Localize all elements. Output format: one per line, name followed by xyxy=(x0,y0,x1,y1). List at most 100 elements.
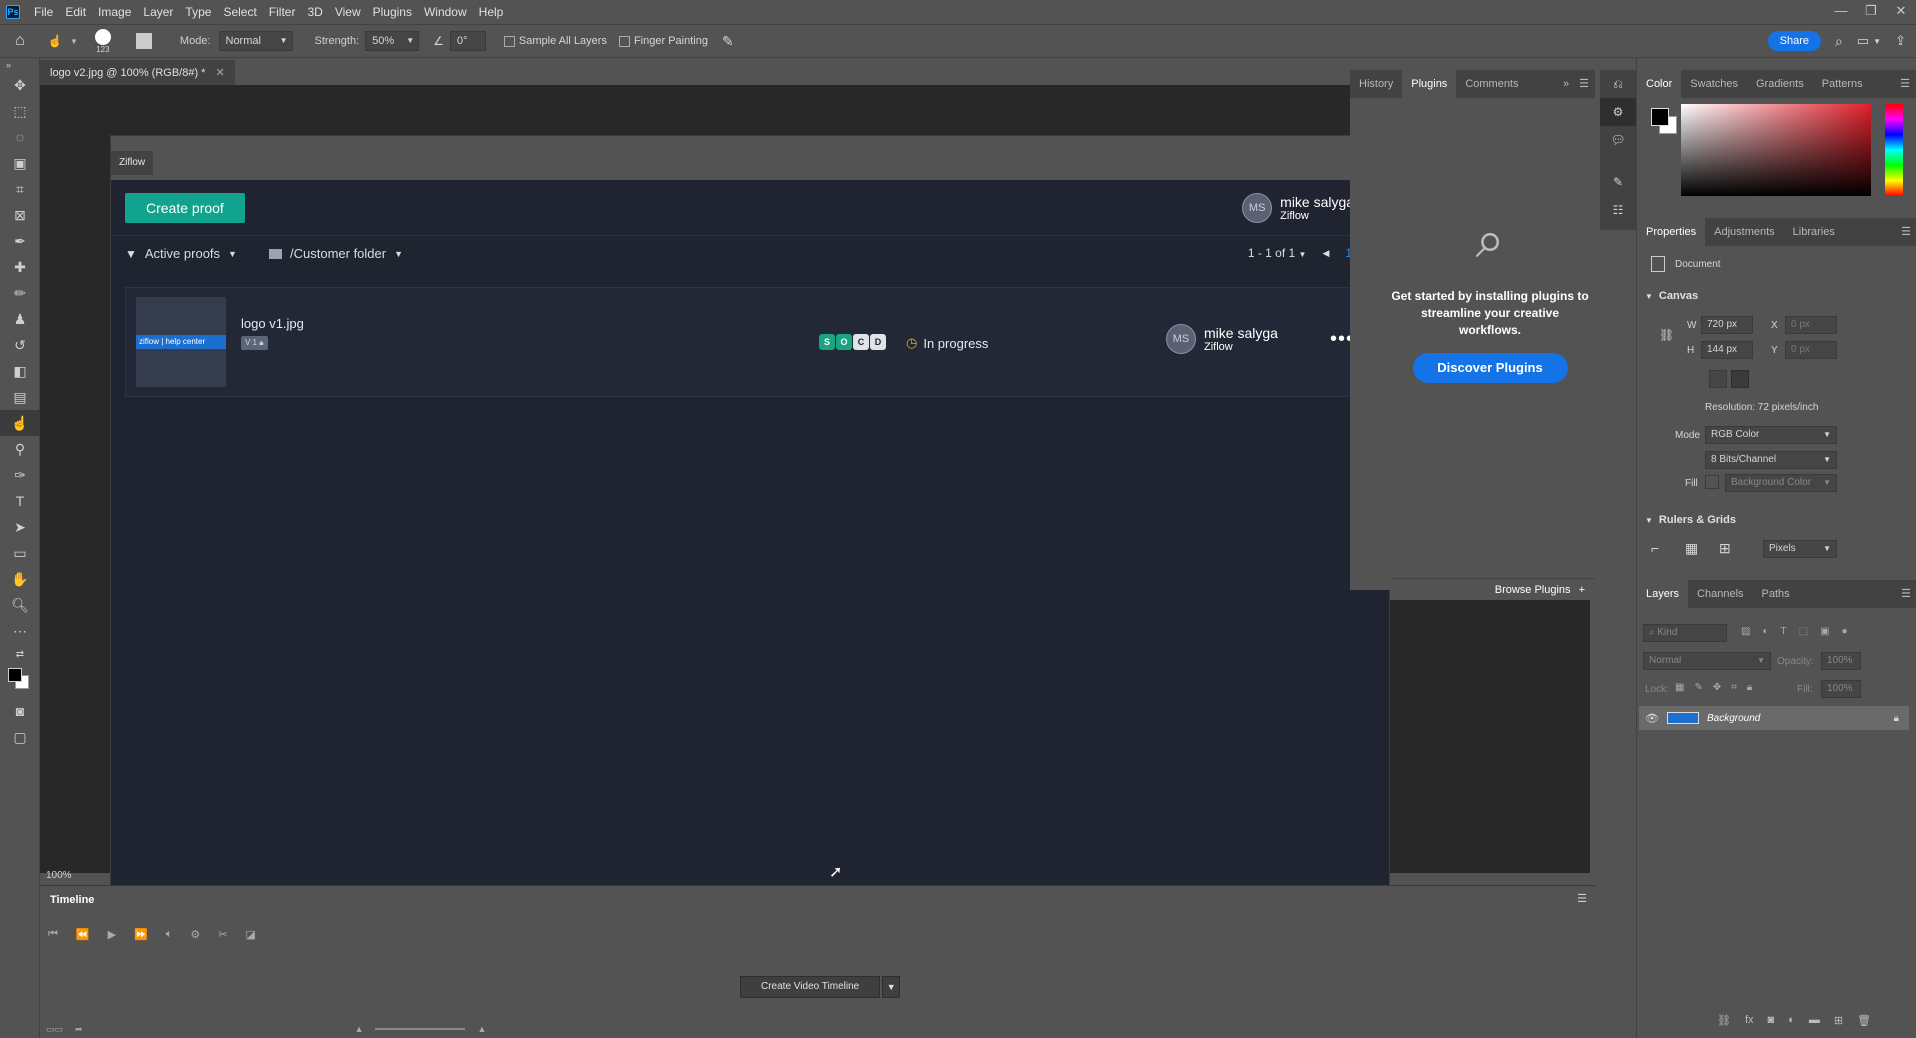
adjustments-icon[interactable]: ☷ xyxy=(1600,196,1636,224)
tab-history[interactable]: History xyxy=(1350,70,1402,98)
hue-slider[interactable] xyxy=(1885,104,1903,196)
previous-page-icon[interactable]: ◀ xyxy=(1322,248,1329,259)
foreground-background-color-icon[interactable] xyxy=(0,664,40,698)
menu-help[interactable]: Help xyxy=(473,0,510,24)
layer-row[interactable]: 👁︎ Background 🔒︎ xyxy=(1639,706,1909,730)
tab-adjustments[interactable]: Adjustments xyxy=(1705,218,1784,246)
ziflow-tab[interactable]: Ziflow xyxy=(111,151,154,175)
tab-layers[interactable]: Layers xyxy=(1637,580,1689,608)
tab-paths[interactable]: Paths xyxy=(1753,580,1799,608)
move-tool-icon[interactable]: ✥ xyxy=(0,72,40,98)
rulers-grids-section-title[interactable]: ▼ Rulers & Grids xyxy=(1645,514,1736,526)
discover-plugins-button[interactable]: Discover Plugins xyxy=(1412,353,1568,383)
foreground-color-swatch[interactable] xyxy=(1651,108,1669,126)
lock-artboard-icon[interactable]: ⌗ xyxy=(1731,682,1737,693)
lock-transparent-icon[interactable]: ▦ xyxy=(1675,682,1684,693)
menu-file[interactable]: File xyxy=(28,0,59,24)
lock-pixels-icon[interactable]: ✎ xyxy=(1694,682,1702,693)
fill-swatch[interactable] xyxy=(1705,475,1719,489)
export-icon[interactable]: ⇪ xyxy=(1895,33,1906,49)
next-frame-icon[interactable]: ⏩ xyxy=(134,928,148,941)
rectangle-tool-icon[interactable]: ▭ xyxy=(0,540,40,566)
layer-kind-filter[interactable]: ⌕ Kind xyxy=(1643,624,1727,642)
document-tab[interactable]: logo v2.jpg @ 100% (RGB/8#) * ✕ xyxy=(40,60,235,85)
brush-tool-icon[interactable]: ✏ xyxy=(0,280,40,306)
tab-color[interactable]: Color xyxy=(1637,70,1682,98)
zoom-out-icon[interactable]: ▲ xyxy=(355,1024,364,1034)
smudge-tool-preset-icon[interactable]: ☝ xyxy=(40,34,70,48)
healing-brush-tool-icon[interactable]: ✚ xyxy=(0,254,40,280)
timeline-tab[interactable]: Timeline xyxy=(50,894,94,906)
menu-3d[interactable]: 3D xyxy=(301,0,328,24)
tab-patterns[interactable]: Patterns xyxy=(1813,70,1872,98)
new-layer-icon[interactable]: ⊞ xyxy=(1834,1014,1843,1027)
adjustment-layer-filter-icon[interactable]: ◐ xyxy=(1762,626,1768,637)
width-field[interactable]: 720 px xyxy=(1701,316,1753,334)
panel-menu-icon[interactable]: ☰ xyxy=(1895,218,1916,246)
zoom-level[interactable]: 100% xyxy=(46,870,72,881)
split-icon[interactable]: ✂ xyxy=(218,928,227,941)
quick-mask-icon[interactable]: ◙ xyxy=(0,698,40,724)
plugins-icon[interactable]: ⚙ xyxy=(1600,98,1636,126)
proof-name[interactable]: logo v1.jpg xyxy=(241,316,304,331)
menu-view[interactable]: View xyxy=(329,0,367,24)
settings-icon[interactable]: ⚙ xyxy=(190,928,200,941)
share-button[interactable]: Share xyxy=(1767,31,1822,51)
lasso-tool-icon[interactable]: ◌ xyxy=(0,124,40,150)
menu-plugins[interactable]: Plugins xyxy=(367,0,418,24)
menu-layer[interactable]: Layer xyxy=(137,0,179,24)
search-icon[interactable]: ⌕ xyxy=(1835,33,1843,50)
close-icon[interactable]: ✕ xyxy=(1886,0,1916,24)
tab-swatches[interactable]: Swatches xyxy=(1681,70,1747,98)
panel-menu-icon[interactable]: ☰ xyxy=(1573,70,1595,98)
panel-menu-icon[interactable]: ☰ xyxy=(1577,892,1587,905)
timeline-mode-dropdown[interactable]: ▼ xyxy=(882,976,901,998)
menu-edit[interactable]: Edit xyxy=(59,0,92,24)
comments-icon[interactable]: 💬︎ xyxy=(1600,126,1636,154)
pen-tool-icon[interactable]: ✑ xyxy=(0,462,40,488)
chevron-down-icon[interactable]: ▼ xyxy=(1873,37,1881,46)
proof-filter[interactable]: ▼ Active proofs ▼ xyxy=(125,246,237,261)
color-field[interactable] xyxy=(1681,104,1871,196)
filter-toggle-icon[interactable]: ● xyxy=(1842,626,1848,637)
transition-icon[interactable]: ◪ xyxy=(245,928,255,941)
menu-window[interactable]: Window xyxy=(418,0,473,24)
create-proof-button[interactable]: Create proof xyxy=(125,193,245,223)
pressure-icon[interactable]: ✎ xyxy=(722,33,734,50)
screen-mode-icon[interactable]: ▢ xyxy=(0,724,40,750)
minimize-icon[interactable]: — xyxy=(1826,0,1856,24)
collapse-icon[interactable]: » xyxy=(0,58,40,72)
units-select[interactable]: Pixels ▼ xyxy=(1763,540,1837,558)
lock-all-icon[interactable]: 🔒︎ xyxy=(1747,682,1752,693)
guides-icon[interactable]: ⊞ xyxy=(1719,540,1731,557)
render-video-icon[interactable]: ➦ xyxy=(75,1024,83,1035)
object-select-tool-icon[interactable]: ▣ xyxy=(0,150,40,176)
tab-comments[interactable]: Comments xyxy=(1456,70,1527,98)
ruler-icon[interactable]: ⌐ xyxy=(1651,540,1659,556)
layer-style-icon[interactable]: fx xyxy=(1745,1014,1754,1027)
menu-select[interactable]: Select xyxy=(217,0,262,24)
tab-libraries[interactable]: Libraries xyxy=(1784,218,1844,246)
pixel-layer-filter-icon[interactable]: ▨ xyxy=(1741,626,1750,637)
type-layer-filter-icon[interactable]: T xyxy=(1781,626,1787,637)
browse-plugins-bar[interactable]: Browse Plugins + xyxy=(1390,578,1595,600)
y-field[interactable]: 0 px xyxy=(1785,341,1837,359)
link-dimensions-icon[interactable]: ⛓ xyxy=(1659,328,1674,342)
menu-type[interactable]: Type xyxy=(179,0,217,24)
table-row[interactable]: ziflow | help center logo v1.jpg V 1 🔒︎ … xyxy=(125,287,1375,397)
strength-input[interactable]: 50% ▼ xyxy=(365,31,420,51)
delete-layer-icon[interactable]: 🗑︎ xyxy=(1857,1014,1871,1027)
restore-icon[interactable]: ❐ xyxy=(1856,0,1886,24)
type-tool-icon[interactable]: T xyxy=(0,488,40,514)
add-mask-icon[interactable]: ◙ xyxy=(1768,1014,1775,1027)
new-group-icon[interactable]: ▬ xyxy=(1809,1014,1820,1027)
height-field[interactable]: 144 px xyxy=(1701,341,1753,359)
close-icon[interactable]: ✕ xyxy=(215,66,224,79)
create-video-timeline-button[interactable]: Create Video Timeline xyxy=(740,976,881,998)
crop-tool-icon[interactable]: ⌗ xyxy=(0,176,40,202)
tab-properties[interactable]: Properties xyxy=(1637,218,1706,246)
folder-selector[interactable]: /Customer folder ▼ xyxy=(269,246,403,261)
dodge-tool-icon[interactable]: ⚲ xyxy=(0,436,40,462)
shape-layer-filter-icon[interactable]: ⬚ xyxy=(1799,626,1808,637)
brush-settings-icon[interactable] xyxy=(135,33,152,49)
